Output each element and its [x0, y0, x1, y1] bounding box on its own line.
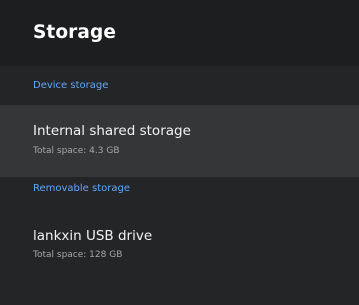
page-title: Storage [33, 22, 116, 43]
storage-item-title: Internal shared storage [33, 123, 191, 139]
storage-screen: Storage Device storage Internal shared s… [0, 0, 359, 305]
section-header-removable-storage: Removable storage [33, 183, 131, 194]
storage-item-usb-drive[interactable]: lankxin USB drive Total space: 128 GB [0, 210, 359, 282]
storage-item-total-space: Total space: 4.3 GB [33, 146, 120, 156]
storage-item-total-space: Total space: 128 GB [33, 250, 123, 260]
storage-item-internal-shared-storage[interactable]: Internal shared storage Total space: 4.3… [0, 105, 359, 177]
storage-item-title: lankxin USB drive [33, 228, 153, 244]
title-bar: Storage [0, 0, 359, 66]
section-header-device-storage: Device storage [33, 80, 109, 91]
